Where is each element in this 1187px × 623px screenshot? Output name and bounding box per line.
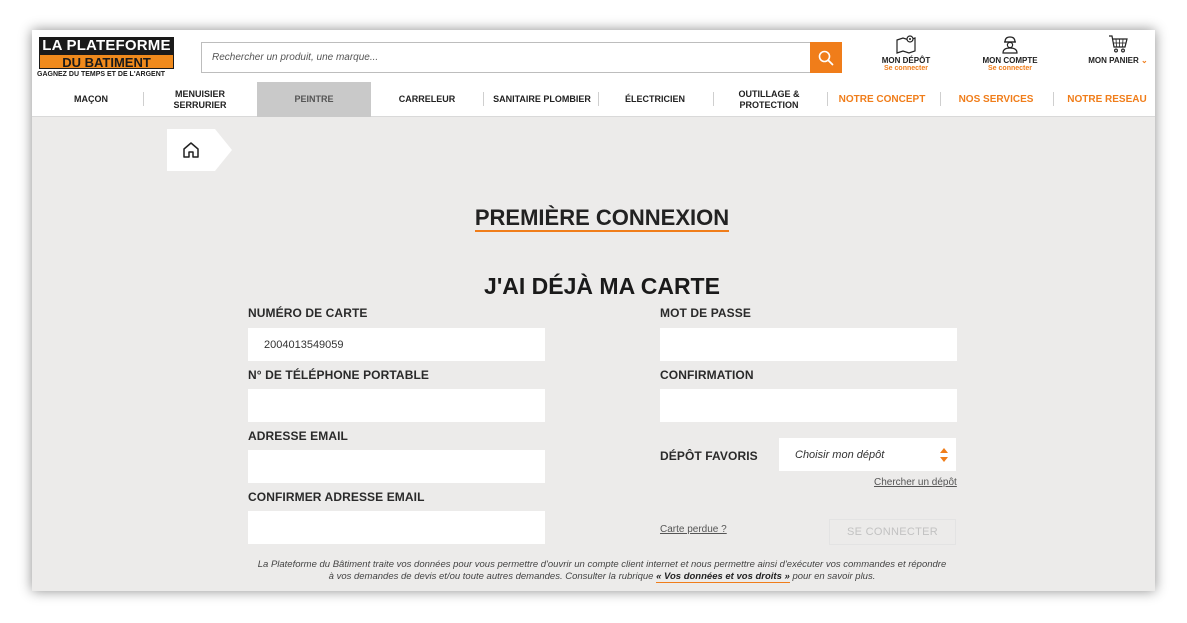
card-number-label: NUMÉRO DE CARTE — [248, 306, 368, 320]
logo-tagline: GAGNEZ DU TEMPS ET DE L'ARGENT — [37, 71, 166, 78]
confirmation-label: CONFIRMATION — [660, 368, 754, 382]
header-account[interactable]: MON COMPTE Se connecter — [980, 34, 1040, 72]
header-cart[interactable]: MON PANIER ⌄ — [1087, 34, 1149, 65]
logo-line1: LA PLATEFORME — [39, 37, 174, 54]
depot-label: MON DÉPÔT — [881, 56, 931, 65]
nav-separator — [1053, 92, 1054, 106]
nav-item-concept[interactable]: NOTRE CONCEPT — [836, 82, 928, 117]
nav-item-reseau[interactable]: NOTRE RESEAU — [1062, 82, 1152, 117]
depot-login-link[interactable]: Se connecter — [878, 65, 934, 72]
worker-icon — [1002, 36, 1018, 54]
nav-item-peintre[interactable]: PEINTRE — [257, 82, 371, 117]
main-nav: MAÇON MENUISIER SERRURIER PEINTRE CARREL… — [32, 82, 1155, 117]
search-depot-link[interactable]: Chercher un dépôt — [874, 477, 957, 488]
nav-separator — [713, 92, 714, 106]
lost-card-link[interactable]: Carte perdue ? — [660, 524, 727, 535]
password-input[interactable] — [660, 328, 957, 361]
nav-item-outillage[interactable]: OUTILLAGE & PROTECTION — [728, 82, 810, 117]
nav-separator — [940, 92, 941, 106]
email-confirm-label: CONFIRMER ADRESSE EMAIL — [248, 490, 425, 504]
breadcrumb-home[interactable] — [167, 129, 215, 171]
nav-item-menuisier[interactable]: MENUISIER SERRURIER — [158, 82, 242, 117]
logo-line2: DU BATIMENT — [39, 54, 174, 70]
nav-separator — [827, 92, 828, 106]
depot-select-value: Choisir mon dépôt — [795, 449, 885, 461]
sort-arrows-icon — [940, 448, 948, 462]
depot-favoris-label: DÉPÔT FAVORIS — [660, 449, 758, 463]
search-bar — [201, 42, 842, 73]
chevron-down-icon: ⌄ — [1141, 56, 1148, 65]
nav-item-macon[interactable]: MAÇON — [46, 82, 136, 117]
nav-separator — [483, 92, 484, 106]
page-title: PREMIÈRE CONNEXION — [474, 205, 730, 232]
account-login-link[interactable]: Se connecter — [980, 65, 1040, 72]
email-label: ADRESSE EMAIL — [248, 429, 348, 443]
nav-item-electricien[interactable]: ÉLECTRICIEN — [610, 82, 700, 117]
nav-item-services[interactable]: NOS SERVICES — [950, 82, 1042, 117]
home-icon — [183, 142, 199, 158]
map-pin-icon — [896, 35, 916, 54]
page-frame: LA PLATEFORME DU BATIMENT GAGNEZ DU TEMP… — [32, 30, 1155, 591]
breadcrumb-arrow — [215, 129, 232, 171]
depot-select[interactable]: Choisir mon dépôt — [779, 438, 956, 471]
card-number-input[interactable] — [248, 328, 545, 361]
nav-item-carreleur[interactable]: CARRELEUR — [384, 82, 470, 117]
brand-logo[interactable]: LA PLATEFORME DU BATIMENT GAGNEZ DU TEMP… — [37, 37, 175, 81]
cart-icon — [1109, 35, 1128, 53]
account-label: MON COMPTE — [982, 56, 1038, 65]
data-rights-link[interactable]: « Vos données et vos droits » — [656, 571, 790, 583]
header-depot[interactable]: MON DÉPÔT Se connecter — [878, 34, 934, 72]
phone-label: N° DE TÉLÉPHONE PORTABLE — [248, 368, 429, 382]
login-button[interactable]: SE CONNECTER — [829, 519, 956, 545]
search-input[interactable] — [202, 43, 808, 72]
phone-input[interactable] — [248, 389, 545, 422]
legal-text-end: pour en savoir plus. — [789, 571, 876, 582]
legal-notice: La Plateforme du Bâtiment traite vos don… — [257, 559, 947, 583]
nav-separator — [598, 92, 599, 106]
page-subtitle: J'AI DÉJÀ MA CARTE — [484, 273, 720, 299]
email-input[interactable] — [248, 450, 545, 483]
password-label: MOT DE PASSE — [660, 306, 751, 320]
cart-label: MON PANIER ⌄ — [1088, 56, 1148, 65]
nav-item-sanitaire[interactable]: SANITAIRE PLOMBIER — [491, 82, 593, 117]
search-icon — [818, 50, 834, 65]
nav-separator — [143, 92, 144, 106]
search-button[interactable] — [810, 42, 842, 73]
email-confirm-input[interactable] — [248, 511, 545, 544]
site-header: LA PLATEFORME DU BATIMENT GAGNEZ DU TEMP… — [32, 30, 1155, 117]
password-confirm-input[interactable] — [660, 389, 957, 422]
